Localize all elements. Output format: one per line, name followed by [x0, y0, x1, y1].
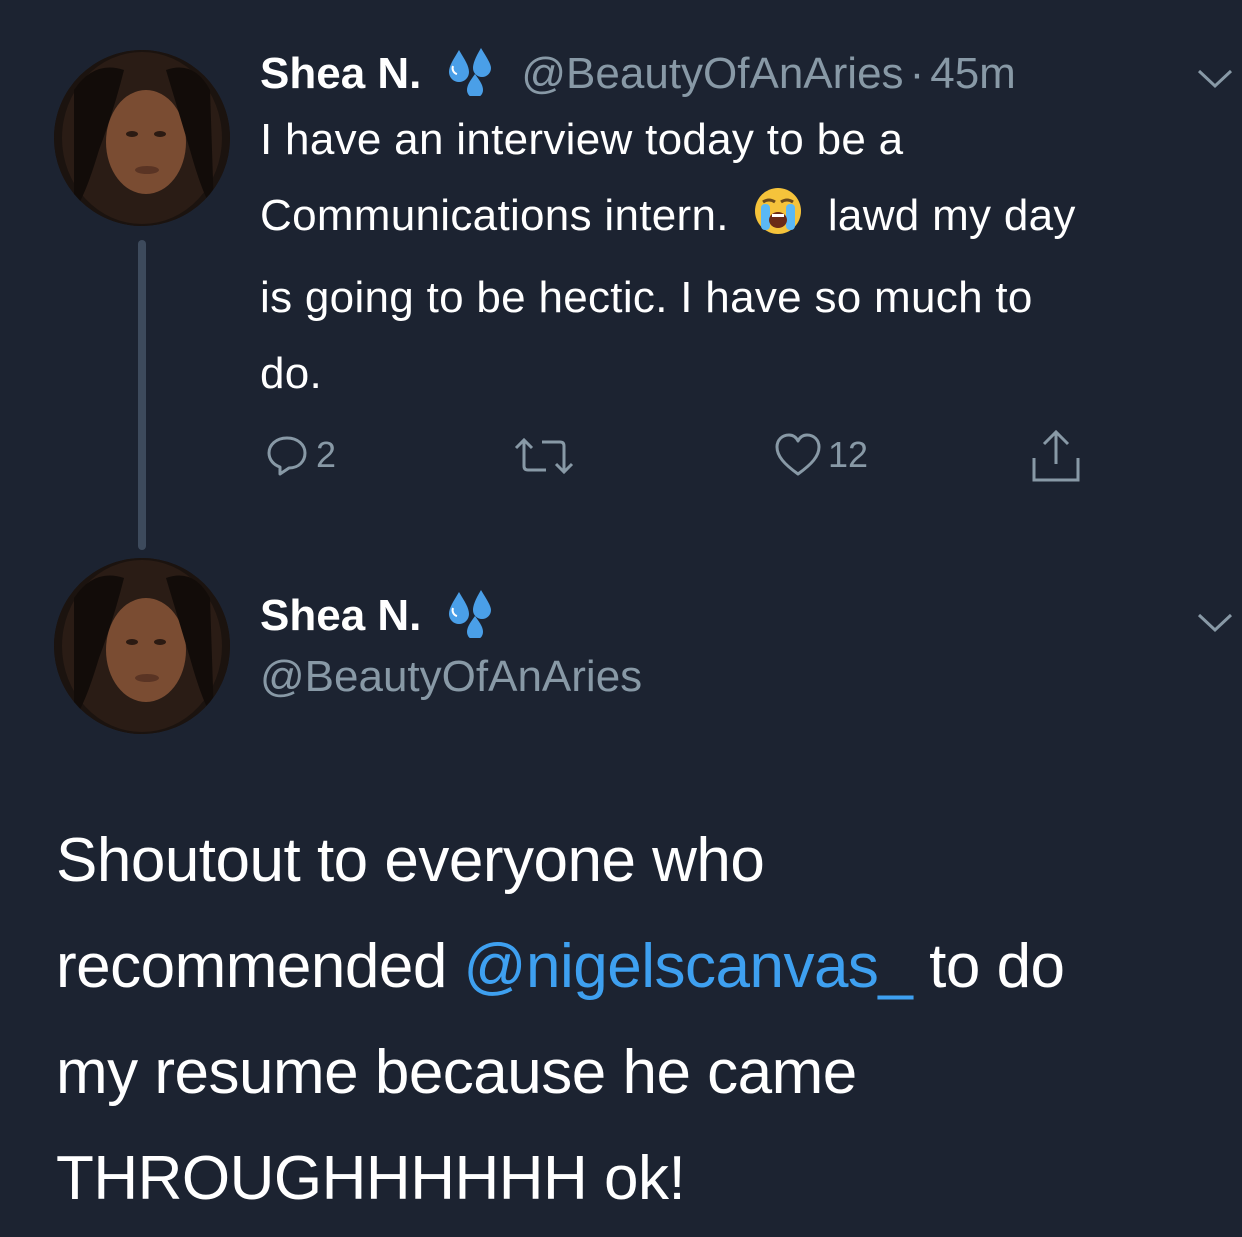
tweet-text-segment: Communications intern.	[260, 191, 729, 240]
avatar[interactable]	[54, 558, 230, 734]
time-separator: ·	[909, 48, 925, 98]
tweet-text: Shoutout to everyone who recommended @ni…	[56, 808, 1236, 1232]
tweet-text-line: is going to be hectic. I have so much to	[260, 273, 1033, 322]
timestamp[interactable]: 45m	[930, 49, 1016, 99]
loudly-crying-face-icon	[753, 184, 803, 260]
reply-icon	[267, 436, 307, 476]
retweet-icon	[514, 437, 574, 475]
thread-connector-line	[138, 240, 146, 550]
heart-icon	[775, 433, 821, 476]
tweet-text-segment: recommended	[56, 932, 464, 1001]
tweet-text-line: do.	[260, 349, 323, 398]
tweet-text: I have an interview today to be a Commun…	[260, 102, 1240, 412]
display-name[interactable]: Shea N.	[260, 591, 421, 641]
share-button[interactable]	[1030, 428, 1082, 484]
chevron-down-icon[interactable]	[1196, 68, 1234, 95]
tweet-text-segment: lawd my day	[827, 191, 1076, 240]
tweet-text-line: THROUGHHHHHH ok!	[56, 1144, 686, 1213]
retweet-button[interactable]	[512, 436, 576, 476]
tweet-text-line: my resume because he came	[56, 1038, 857, 1107]
handle[interactable]: @BeautyOfAnAries	[521, 49, 903, 99]
chevron-down-icon[interactable]	[1196, 612, 1234, 639]
avatar[interactable]	[54, 50, 230, 226]
tweet-text-line: Shoutout to everyone who	[56, 826, 765, 895]
droplets-icon	[447, 46, 503, 101]
tweet-header: Shea N.	[260, 588, 503, 643]
mention-link[interactable]: @nigelscanvas_	[464, 932, 913, 1001]
tweet-header: Shea N. @BeautyOfAnAries · 45m	[260, 46, 1016, 101]
share-icon	[1032, 429, 1080, 482]
tweet-text-line: I have an interview today to be a	[260, 115, 904, 164]
tweet-text-line: recommended @nigelscanvas_ to do	[56, 914, 1236, 1020]
droplets-icon	[447, 588, 503, 643]
tweet-text-segment: to do	[912, 932, 1065, 1001]
tweet-text-line: Communications intern. lawd my day	[260, 178, 1240, 260]
like-count: 12	[828, 434, 869, 475]
display-name[interactable]: Shea N.	[260, 49, 421, 99]
like-button[interactable]: 12	[774, 432, 868, 478]
reply-count: 2	[316, 434, 337, 475]
reply-button[interactable]: 2	[264, 432, 336, 478]
handle[interactable]: @BeautyOfAnAries	[260, 652, 642, 702]
